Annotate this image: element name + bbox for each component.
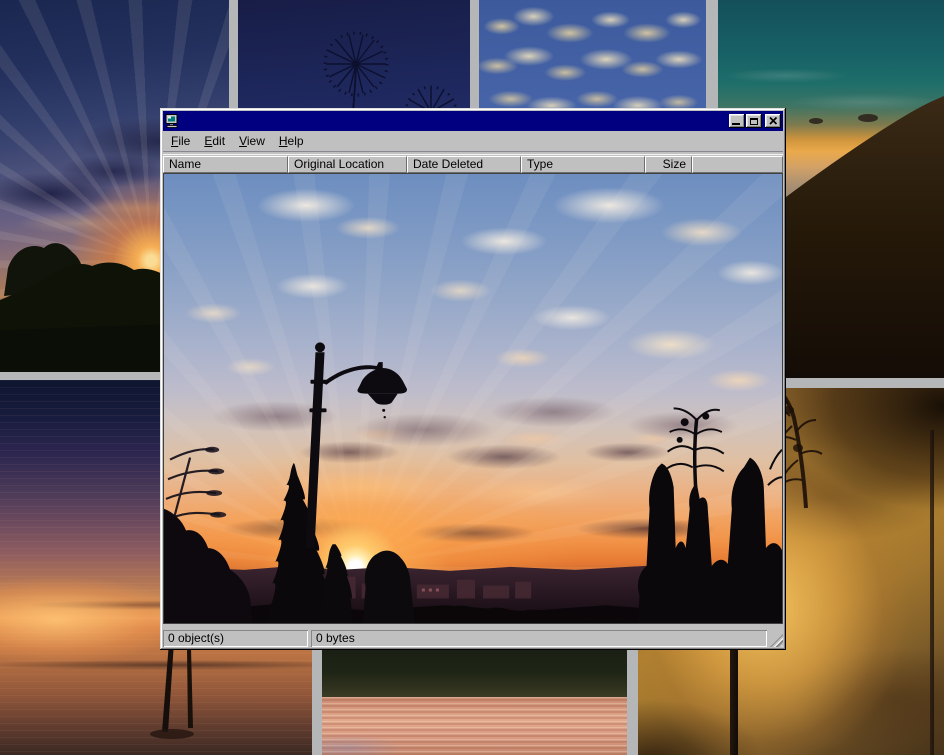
column-header-type[interactable]: Type bbox=[521, 156, 645, 173]
close-button[interactable] bbox=[765, 114, 781, 128]
recycle-bin-window: File Edit View Help Name Original Locati… bbox=[160, 108, 786, 650]
computer-icon bbox=[165, 114, 179, 128]
column-header-empty bbox=[692, 156, 783, 173]
post-silhouette bbox=[730, 650, 738, 755]
column-header-date-deleted[interactable]: Date Deleted bbox=[407, 156, 521, 173]
wallpaper-showthrough-photo bbox=[164, 174, 782, 623]
close-icon bbox=[769, 117, 778, 125]
pointed-bush bbox=[319, 544, 353, 623]
left-bush-mass bbox=[164, 509, 252, 623]
window-titlebar[interactable] bbox=[163, 111, 783, 131]
menu-divider bbox=[163, 151, 783, 155]
status-size: 0 bytes bbox=[311, 630, 767, 647]
sunset-silhouettes bbox=[164, 174, 782, 623]
left-branch-needles bbox=[205, 447, 226, 518]
right-tree-mass bbox=[638, 458, 782, 623]
maximize-button[interactable] bbox=[746, 114, 762, 128]
file-list-view[interactable] bbox=[163, 173, 783, 624]
post-silhouette-far bbox=[930, 430, 934, 755]
column-header-size[interactable]: Size bbox=[645, 156, 692, 173]
cypress-tree bbox=[267, 463, 330, 623]
column-header-original-location[interactable]: Original Location bbox=[288, 156, 407, 173]
minimize-icon bbox=[732, 123, 740, 125]
menu-file[interactable]: File bbox=[164, 132, 197, 151]
column-header-name[interactable]: Name bbox=[163, 156, 288, 173]
column-header-row: Name Original Location Date Deleted Type… bbox=[163, 156, 783, 173]
ripple-water bbox=[322, 697, 627, 755]
menu-edit[interactable]: Edit bbox=[197, 132, 232, 151]
menu-view[interactable]: View bbox=[232, 132, 272, 151]
street-lamp bbox=[305, 342, 407, 548]
minimize-button[interactable] bbox=[729, 114, 745, 128]
resize-grip[interactable] bbox=[770, 634, 783, 647]
bushes-right-of-sun bbox=[363, 551, 415, 623]
status-bar: 0 object(s) 0 bytes bbox=[163, 624, 783, 647]
maximize-icon bbox=[750, 118, 758, 125]
menu-bar: File Edit View Help bbox=[163, 132, 783, 151]
desktop: { "window": { "title": "", "menu": [ {"l… bbox=[0, 0, 944, 755]
menu-help[interactable]: Help bbox=[272, 132, 311, 151]
status-object-count: 0 object(s) bbox=[163, 630, 308, 647]
